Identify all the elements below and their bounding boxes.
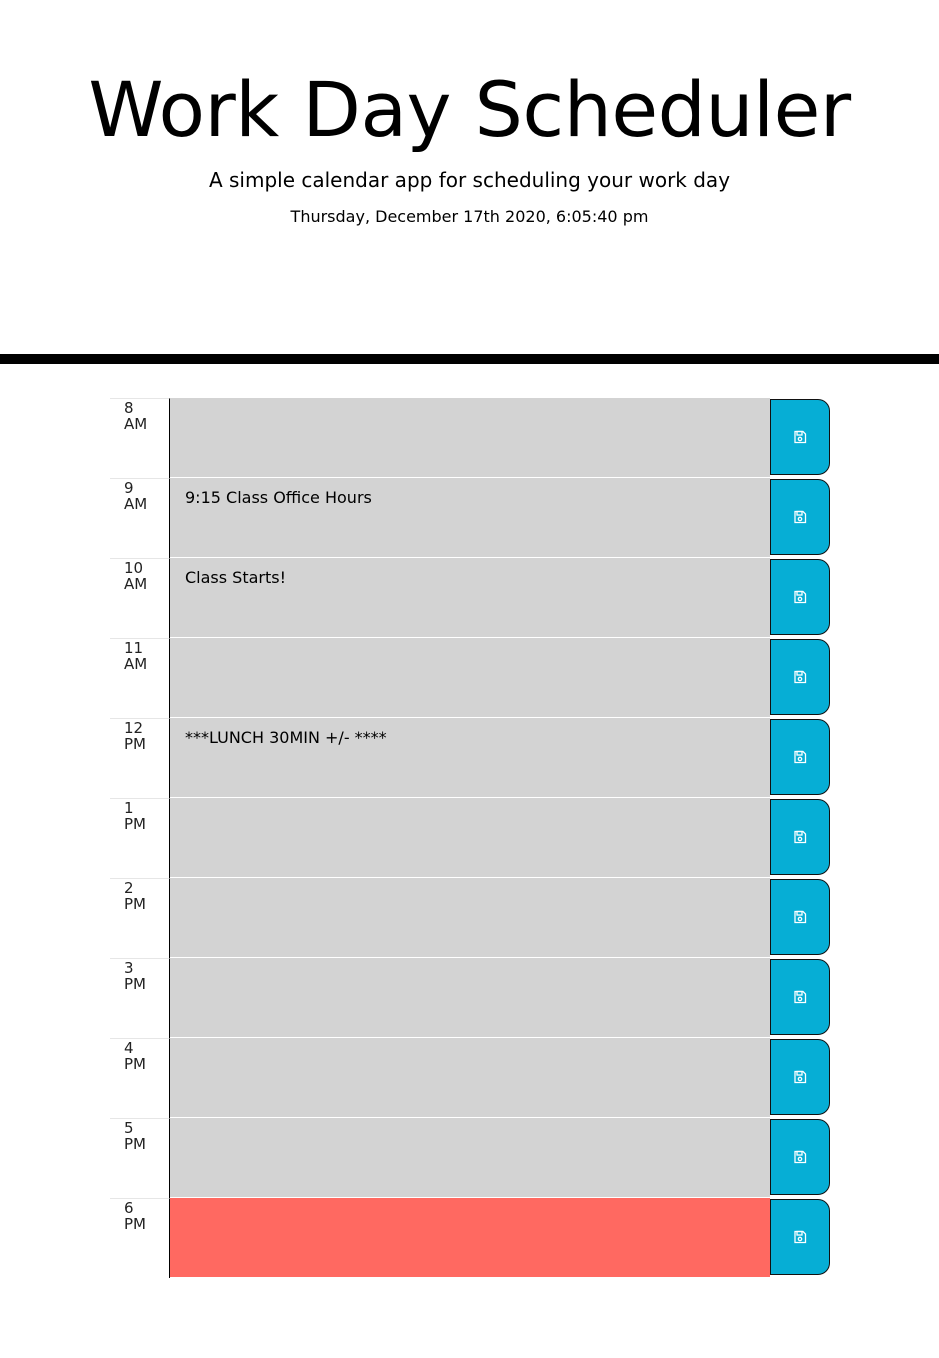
save-icon — [793, 590, 807, 604]
save-icon — [793, 1150, 807, 1164]
save-icon — [793, 910, 807, 924]
hour-period: AM — [124, 495, 148, 513]
hour-period: PM — [124, 1055, 146, 1073]
save-icon — [793, 830, 807, 844]
hour-number: 9 — [124, 479, 134, 497]
hour-number: 10 — [124, 559, 144, 577]
save-icon — [793, 670, 807, 684]
hour-number: 12 — [124, 719, 144, 737]
save-icon — [793, 1070, 807, 1084]
save-button[interactable] — [770, 959, 830, 1035]
hour-period: PM — [124, 1215, 146, 1233]
save-button[interactable] — [770, 1199, 830, 1275]
hour-number: 5 — [124, 1119, 134, 1137]
time-block-row: 10 AM Class Starts! — [110, 558, 830, 638]
time-block-row: 1 PM — [110, 798, 830, 878]
event-description-input[interactable] — [170, 398, 770, 478]
hour-period: PM — [124, 895, 146, 913]
event-description-input[interactable]: 9:15 Class Office Hours — [170, 478, 770, 558]
save-icon — [793, 510, 807, 524]
save-button[interactable] — [770, 559, 830, 635]
hour-label: 1 PM — [110, 798, 170, 878]
save-button[interactable] — [770, 719, 830, 795]
hour-number: 2 — [124, 879, 134, 897]
event-description-input[interactable] — [170, 1198, 770, 1278]
hour-label: 12 PM — [110, 718, 170, 798]
save-button[interactable] — [770, 879, 830, 955]
hour-period: AM — [124, 575, 148, 593]
hour-number: 11 — [124, 639, 144, 657]
time-block-row: 9 AM 9:15 Class Office Hours — [110, 478, 830, 558]
save-button[interactable] — [770, 799, 830, 875]
hour-label: 11 AM — [110, 638, 170, 718]
hour-number: 4 — [124, 1039, 134, 1057]
save-button[interactable] — [770, 399, 830, 475]
hour-label: 2 PM — [110, 878, 170, 958]
schedule-container: 8 AM 9 AM 9:15 Class Office Hours 10 AM Class S… — [110, 398, 830, 1278]
header: Work Day Scheduler A simple calendar app… — [0, 0, 939, 364]
save-icon — [793, 1230, 807, 1244]
event-description-input[interactable] — [170, 1118, 770, 1198]
event-description-input[interactable] — [170, 1038, 770, 1118]
time-block-row: 4 PM — [110, 1038, 830, 1118]
hour-period: PM — [124, 975, 146, 993]
save-button[interactable] — [770, 1039, 830, 1115]
save-icon — [793, 750, 807, 764]
hour-period: PM — [124, 735, 146, 753]
page-title: Work Day Scheduler — [88, 65, 851, 154]
hour-label: 10 AM — [110, 558, 170, 638]
event-description-input[interactable] — [170, 638, 770, 718]
time-block-row: 5 PM — [110, 1118, 830, 1198]
time-block-row: 8 AM — [110, 398, 830, 478]
hour-number: 6 — [124, 1199, 134, 1217]
hour-period: PM — [124, 1135, 146, 1153]
hour-label: 9 AM — [110, 478, 170, 558]
time-block-row: 2 PM — [110, 878, 830, 958]
time-block-row: 11 AM — [110, 638, 830, 718]
save-button[interactable] — [770, 1119, 830, 1195]
save-icon — [793, 430, 807, 444]
save-icon — [793, 990, 807, 1004]
time-block-row: 6 PM — [110, 1198, 830, 1278]
hour-period: AM — [124, 415, 148, 433]
hour-label: 8 AM — [110, 398, 170, 478]
time-block-row: 3 PM — [110, 958, 830, 1038]
hour-number: 3 — [124, 959, 134, 977]
hour-period: PM — [124, 815, 146, 833]
hour-period: AM — [124, 655, 148, 673]
event-description-input[interactable] — [170, 878, 770, 958]
event-description-input[interactable] — [170, 958, 770, 1038]
save-button[interactable] — [770, 639, 830, 715]
hour-number: 1 — [124, 799, 134, 817]
hour-number: 8 — [124, 399, 134, 417]
page-subtitle: A simple calendar app for scheduling you… — [208, 168, 731, 192]
save-button[interactable] — [770, 479, 830, 555]
current-day: Thursday, December 17th 2020, 6:05:40 pm — [290, 207, 649, 226]
hour-label: 6 PM — [110, 1198, 170, 1278]
event-description-input[interactable]: ***LUNCH 30MIN +/- **** — [170, 718, 770, 798]
hour-label: 3 PM — [110, 958, 170, 1038]
event-description-input[interactable] — [170, 798, 770, 878]
event-description-input[interactable]: Class Starts! — [170, 558, 770, 638]
time-block-row: 12 PM ***LUNCH 30MIN +/- **** — [110, 718, 830, 798]
hour-label: 4 PM — [110, 1038, 170, 1118]
hour-label: 5 PM — [110, 1118, 170, 1198]
